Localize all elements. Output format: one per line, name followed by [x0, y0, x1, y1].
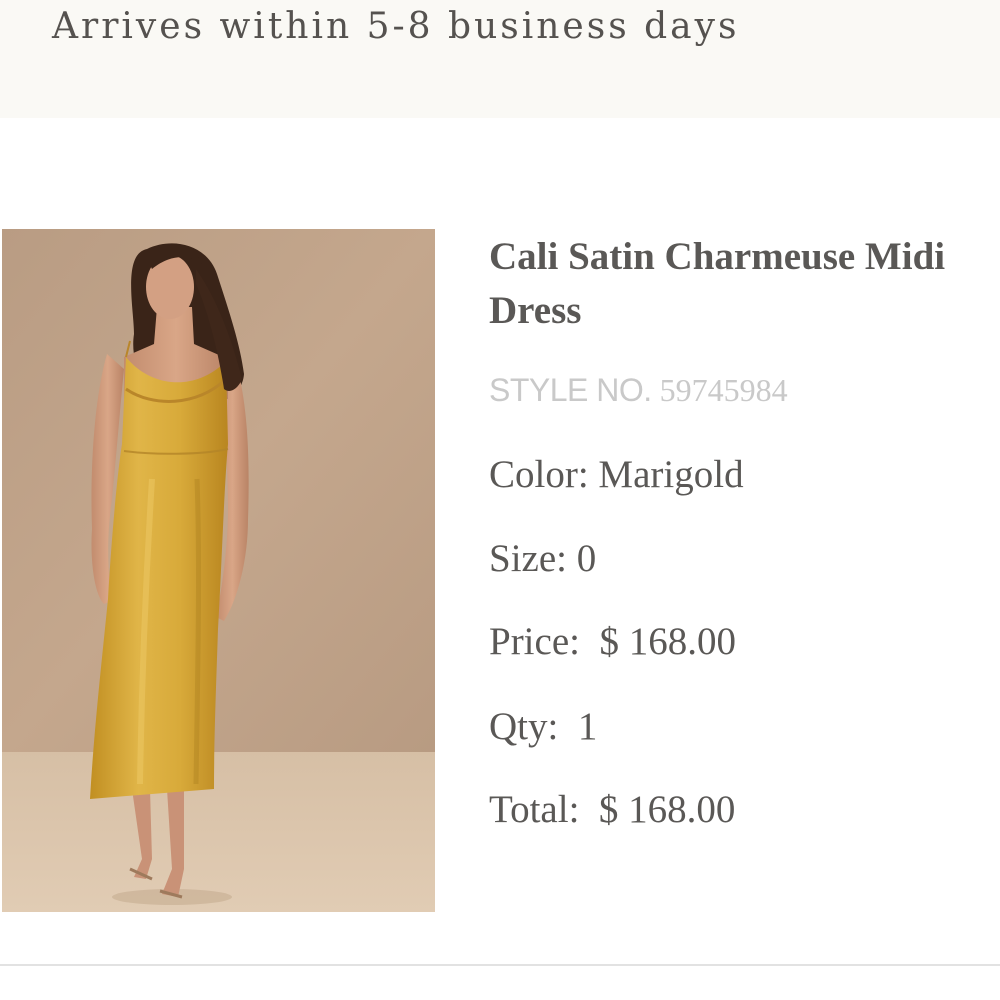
shipping-banner: Arrives within 5-8 business days [0, 0, 1000, 118]
size-value: 0 [576, 537, 597, 580]
total-row: Total: $ 168.00 [489, 787, 735, 832]
color-label: Color: [489, 453, 589, 496]
product-name[interactable]: Cali Satin Charmeuse Midi Dress [489, 230, 989, 338]
product-details: Cali Satin Charmeuse Midi Dress STYLE NO… [489, 230, 989, 831]
qty-label: Qty: [489, 705, 559, 748]
dress-photo [2, 229, 435, 912]
price-row: Price: $ 168.00 [489, 619, 736, 664]
size-row: Size: 0 [489, 536, 596, 581]
product-image[interactable] [2, 229, 435, 912]
order-item-page: Arrives within 5-8 business days Cali Sa… [0, 0, 1000, 1000]
qty-row: Qty: 1 [489, 704, 597, 749]
size-label: Size: [489, 537, 567, 580]
total-value: $ 168.00 [598, 788, 736, 831]
style-number: STYLE NO. 59745984 [489, 372, 788, 409]
price-value: $ 168.00 [599, 620, 736, 663]
color-row: Color: Marigold [489, 452, 744, 497]
qty-value: 1 [577, 705, 598, 748]
price-label: Price: [489, 620, 580, 663]
style-number-value: 59745984 [659, 372, 788, 408]
shipping-estimate: Arrives within 5-8 business days [52, 6, 740, 47]
total-label: Total: [489, 788, 580, 831]
color-value: Marigold [598, 453, 744, 496]
divider [0, 964, 1000, 966]
style-number-label: STYLE NO. [489, 372, 652, 408]
